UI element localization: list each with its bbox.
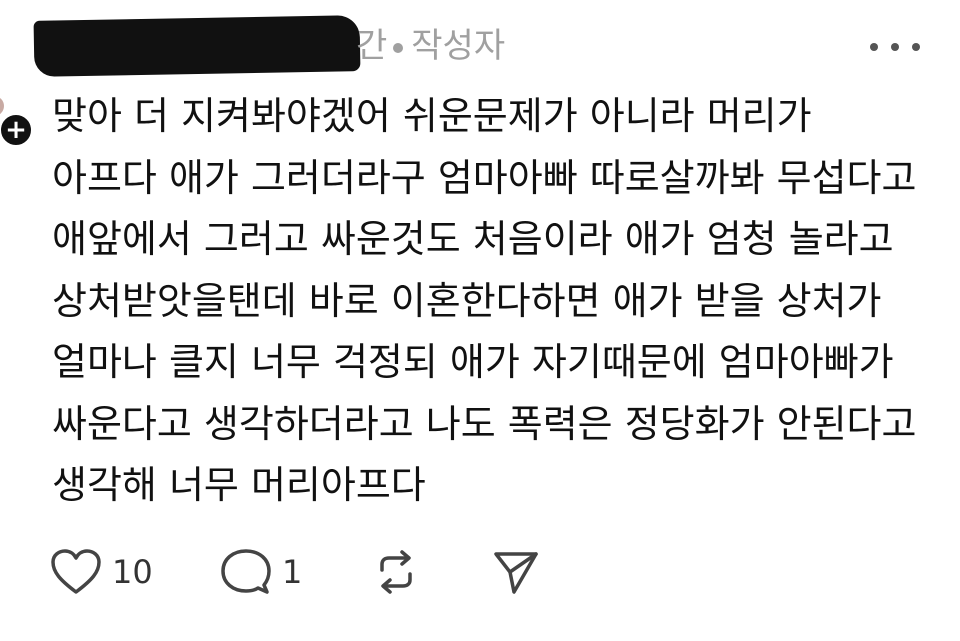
post-body-line: 애앞에서 그러고 싸운것도 처음이라 애가 엄청 놀라고 bbox=[52, 217, 894, 261]
separator-dot bbox=[393, 42, 404, 53]
post-body-line: 맞아 더 지켜봐야겠어 쉬운문제가 아니라 머리가 bbox=[52, 94, 812, 138]
post-header: 간 작성자 bbox=[0, 14, 960, 78]
like-button[interactable]: 10 bbox=[50, 542, 153, 602]
reply-count: 1 bbox=[282, 553, 303, 591]
more-dot-icon bbox=[912, 43, 920, 51]
post-body-line: 생각해 너무 머리아프다 bbox=[52, 463, 426, 507]
share-button[interactable] bbox=[492, 542, 540, 602]
comment-icon bbox=[221, 549, 271, 594]
post-body-line: 아프다 애가 그러더라구 엄마아빠 따로살까봐 무섭다고 bbox=[52, 155, 917, 200]
post-body-line: 싸운다고 생각하더라고 나도 폭력은 정당화가 안된다고 bbox=[52, 401, 917, 446]
post-meta: 간 작성자 bbox=[356, 26, 505, 66]
repost-button[interactable] bbox=[372, 542, 420, 602]
like-count: 10 bbox=[112, 553, 153, 591]
avatar[interactable] bbox=[0, 96, 4, 116]
author-badge: 작성자 bbox=[411, 26, 506, 66]
post-time-fragment: 간 bbox=[356, 26, 388, 66]
post-body: 맞아 더 지켜봐야겠어 쉬운문제가 아니라 머리가 아프다 애가 그러더라구 엄… bbox=[52, 86, 942, 517]
post-action-bar: 10 1 bbox=[0, 542, 960, 602]
more-dot-icon bbox=[870, 43, 878, 51]
post-body-line: 얼마나 클지 너무 걱정되 애가 자기때문에 엄마아빠가 bbox=[52, 340, 894, 384]
redacted-username bbox=[33, 15, 361, 77]
more-options-button[interactable] bbox=[870, 32, 920, 62]
post-body-line: 상처받앗을탠데 바로 이혼한다하면 애가 받을 상처가 bbox=[52, 278, 882, 323]
reply-button[interactable]: 1 bbox=[220, 542, 302, 602]
send-icon bbox=[494, 552, 538, 594]
follow-plus-icon[interactable]: + bbox=[0, 112, 34, 148]
repost-icon bbox=[380, 550, 412, 594]
more-dot-icon bbox=[891, 43, 899, 51]
heart-icon bbox=[51, 549, 101, 594]
